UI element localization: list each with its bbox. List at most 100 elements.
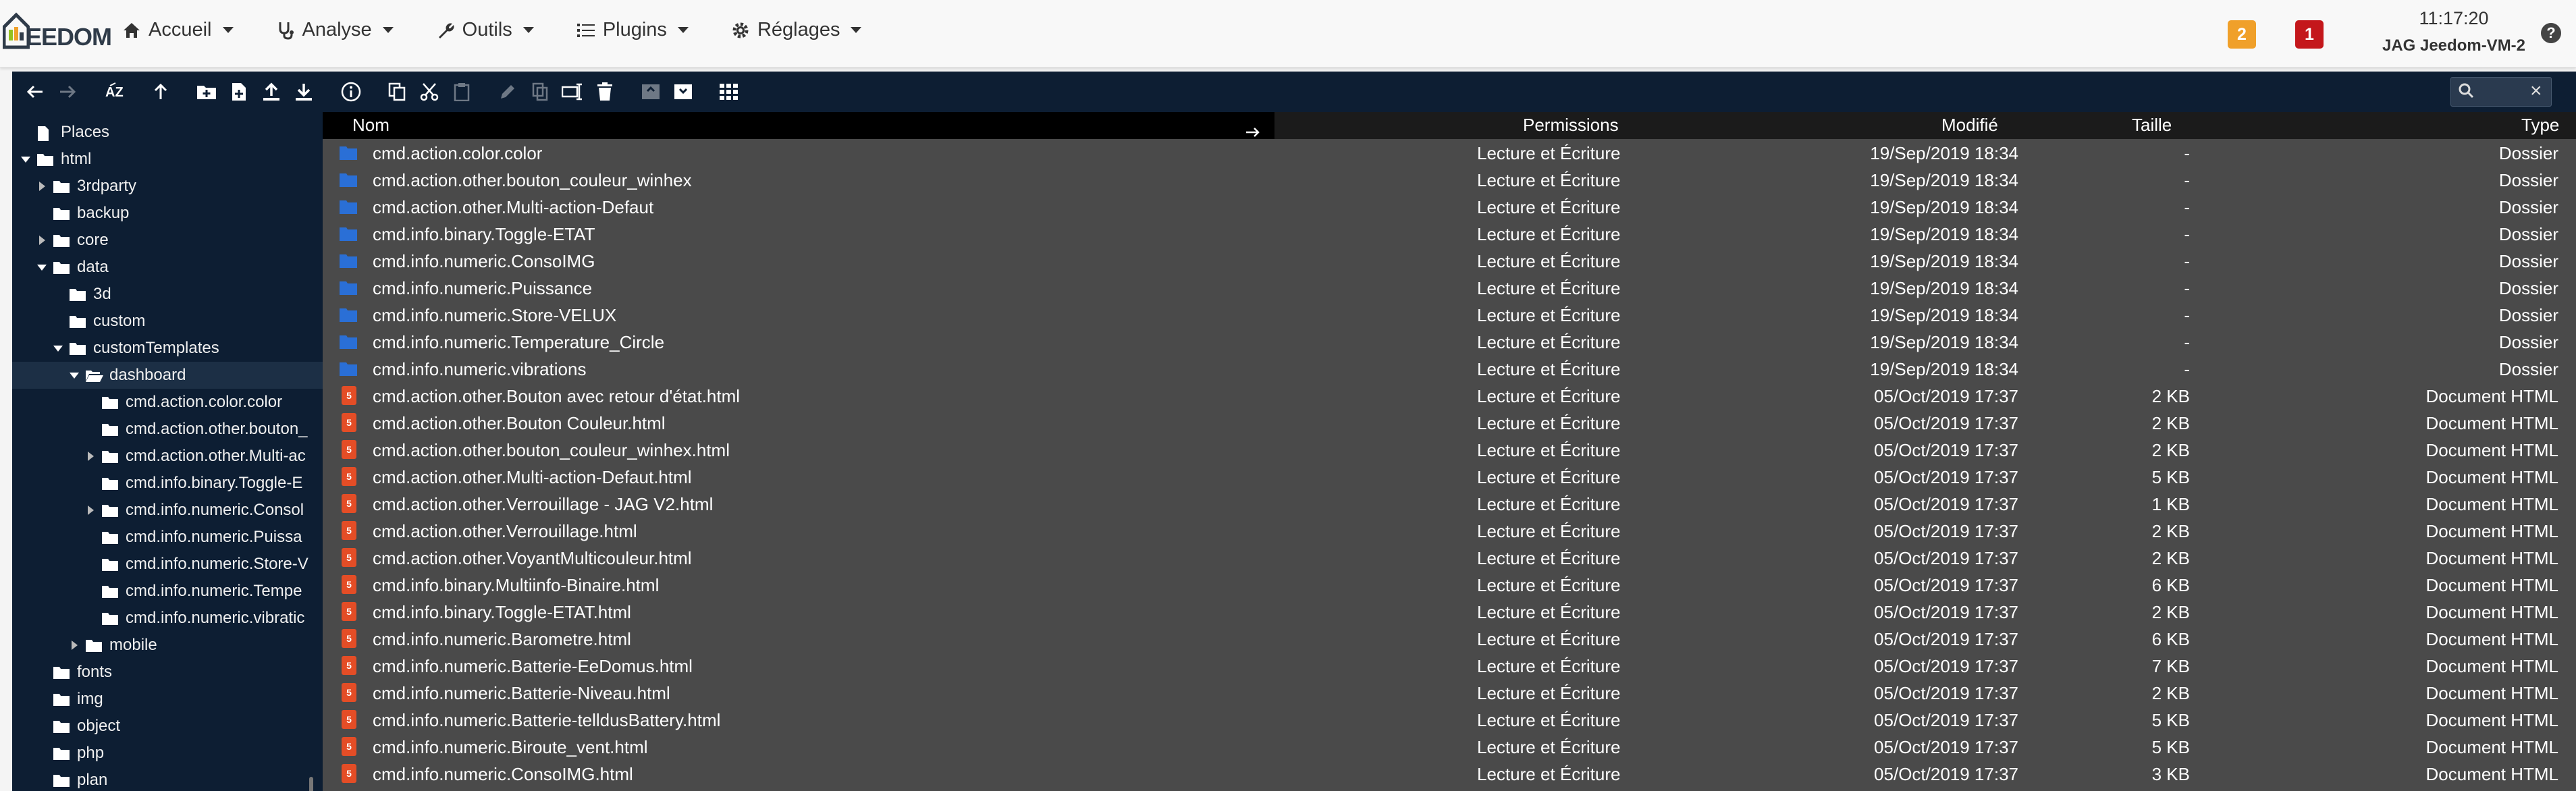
tree-item[interactable]: customTemplates [12, 335, 323, 362]
alert-count-badge[interactable]: 1 [2295, 20, 2324, 49]
duplicate-icon[interactable] [527, 78, 554, 105]
edit-icon[interactable] [494, 78, 521, 105]
file-row[interactable]: 5 cmd.action.other.Verrouillage - JAG V2.… [323, 490, 2576, 517]
file-row[interactable]: cmd.info.numeric.ConsoIMG Lecture et Écri… [323, 247, 2576, 274]
grid-view-icon[interactable] [716, 78, 743, 105]
download-icon[interactable] [290, 78, 317, 105]
tree-scrollbar[interactable] [309, 777, 313, 791]
caret-down-icon[interactable] [37, 264, 47, 271]
rename-icon[interactable] [559, 78, 586, 105]
up-arrow-icon[interactable] [147, 78, 174, 105]
file-row[interactable]: 5 cmd.info.numeric.ConsoIMG.html Lecture e… [323, 760, 2576, 787]
tree-item[interactable]: data [12, 254, 323, 281]
tree-item[interactable]: cmd.action.other.Multi-ac [12, 443, 323, 470]
file-row[interactable]: 5 cmd.info.numeric.Batterie-Niveau.html Le… [323, 679, 2576, 706]
tree-item[interactable]: img [12, 686, 323, 713]
caret-right-icon[interactable] [38, 182, 45, 191]
file-row[interactable]: 5 cmd.info.numeric.Batterie-telldusBatter… [323, 706, 2576, 733]
tree-item[interactable]: php [12, 740, 323, 767]
tree-item[interactable]: mobile [12, 632, 323, 659]
tree-item[interactable]: dashboard [12, 362, 323, 389]
tree-item[interactable]: html [12, 146, 323, 173]
tree-item[interactable]: cmd.info.binary.Toggle-E [12, 470, 323, 497]
file-row[interactable]: cmd.info.numeric.vibrations Lecture et Éc… [323, 355, 2576, 382]
caret-down-icon[interactable] [53, 345, 63, 352]
file-row[interactable]: cmd.action.color.color Lecture et Écritur… [323, 139, 2576, 166]
menu-analyse[interactable]: Analyse [275, 19, 394, 41]
name-column-header[interactable]: Nom [323, 112, 1274, 139]
tree-item[interactable]: cmd.info.numeric.Consol [12, 497, 323, 524]
menu-plugins[interactable]: Plugins [576, 19, 689, 41]
file-row[interactable]: 5 cmd.info.binary.Multiinfo-Binaire.html L… [323, 571, 2576, 598]
help-icon[interactable]: ? [2541, 23, 2561, 43]
menu-outils[interactable]: Outils [435, 19, 534, 41]
warning-count-badge[interactable]: 2 [2228, 20, 2256, 49]
tree-item[interactable]: custom [12, 308, 323, 335]
column-header-modified[interactable]: Modifié [1941, 115, 1998, 136]
extract-icon[interactable] [670, 78, 697, 105]
caret-right-icon[interactable] [87, 452, 94, 461]
copy-icon[interactable] [383, 78, 410, 105]
tree-item[interactable]: object [12, 713, 323, 740]
file-row[interactable]: cmd.action.other.bouton_couleur_winhex Le… [323, 166, 2576, 193]
info-icon[interactable] [338, 78, 365, 105]
caret-down-icon[interactable] [70, 372, 79, 379]
back-arrow-icon[interactable] [22, 78, 49, 105]
column-resize-icon[interactable] [1245, 124, 1260, 139]
file-row[interactable]: cmd.info.binary.Toggle-ETAT Lecture et Éc… [323, 220, 2576, 247]
sort-az-icon[interactable]: AZ [103, 78, 130, 105]
tree-item[interactable]: backup [12, 200, 323, 227]
file-type: Document HTML [2425, 764, 2559, 784]
tree-item[interactable]: cmd.info.numeric.Puissa [12, 524, 323, 551]
file-row[interactable]: cmd.info.numeric.Temperature_Circle Lectu… [323, 328, 2576, 355]
column-header-permissions[interactable]: Permissions [1523, 115, 1619, 136]
file-row[interactable]: 5 cmd.info.binary.Toggle-ETAT.html Lecture… [323, 598, 2576, 625]
column-header-size[interactable]: Taille [2132, 115, 2172, 136]
file-row[interactable]: 5 cmd.info.numeric.Biroute_vent.html Lectu… [323, 733, 2576, 760]
folder-icon [53, 746, 70, 760]
caret-right-icon[interactable] [71, 640, 78, 650]
file-row[interactable]: 5 cmd.action.other.Verrouillage.html Lectu… [323, 517, 2576, 544]
column-header-type[interactable]: Type [2521, 115, 2559, 136]
file-size: 5 KB [2151, 467, 2190, 487]
tree-item[interactable]: cmd.action.other.bouton_ [12, 416, 323, 443]
menu-reglages[interactable]: Réglages [730, 19, 862, 41]
tree-item[interactable]: cmd.action.color.color [12, 389, 323, 416]
caret-right-icon[interactable] [38, 236, 45, 245]
file-row[interactable]: 5 cmd.action.other.Multi-action-Defaut.ht… [323, 463, 2576, 490]
new-file-icon[interactable] [225, 78, 252, 105]
tree-item[interactable]: 3rdparty [12, 173, 323, 200]
jeedom-logo[interactable]: EEDOM [3, 9, 112, 57]
file-row[interactable]: 5 cmd.action.other.bouton_couleur_winhex.… [323, 436, 2576, 463]
tree-item[interactable]: cmd.info.numeric.vibratic [12, 605, 323, 632]
new-folder-icon[interactable] [193, 78, 220, 105]
menu-accueil[interactable]: Accueil [122, 19, 234, 41]
html5-file-icon: 5 [342, 440, 356, 459]
caret-down-icon[interactable] [21, 156, 30, 163]
archive-icon[interactable] [637, 78, 664, 105]
paste-icon[interactable] [448, 78, 475, 105]
forward-arrow-icon[interactable] [54, 78, 81, 105]
delete-icon[interactable] [591, 78, 618, 105]
tree-item[interactable]: Places [12, 119, 323, 146]
file-row[interactable]: cmd.info.numeric.Puissance Lecture et Écr… [323, 274, 2576, 301]
file-row[interactable]: cmd.action.other.Multi-action-Defaut Lect… [323, 193, 2576, 220]
file-row[interactable]: 5 cmd.action.other.Bouton avec retour d'é… [323, 382, 2576, 409]
file-row[interactable]: 5 cmd.info.numeric.Batterie-EeDomus.html L… [323, 652, 2576, 679]
file-row[interactable]: 5 cmd.action.other.VoyantMulticouleur.htm… [323, 544, 2576, 571]
cut-icon[interactable] [416, 78, 443, 105]
tree-item[interactable]: fonts [12, 659, 323, 686]
tree-item[interactable]: cmd.info.numeric.Store-V [12, 551, 323, 578]
upload-icon[interactable] [258, 78, 285, 105]
tree-item[interactable]: cmd.info.numeric.Tempe [12, 578, 323, 605]
file-name: cmd.action.other.VoyantMulticouleur.html [373, 548, 692, 568]
file-row[interactable]: cmd.info.numeric.Store-VELUX Lecture et É… [323, 301, 2576, 328]
caret-right-icon[interactable] [87, 506, 94, 515]
close-icon[interactable]: × [2530, 81, 2542, 101]
file-modified: 05/Oct/2019 17:37 [1874, 494, 2018, 514]
tree-item[interactable]: plan [12, 767, 323, 791]
file-row[interactable]: 5 cmd.info.numeric.Barometre.html Lecture … [323, 625, 2576, 652]
file-row[interactable]: 5 cmd.action.other.Bouton Couleur.html Lec… [323, 409, 2576, 436]
tree-item[interactable]: core [12, 227, 323, 254]
tree-item[interactable]: 3d [12, 281, 323, 308]
